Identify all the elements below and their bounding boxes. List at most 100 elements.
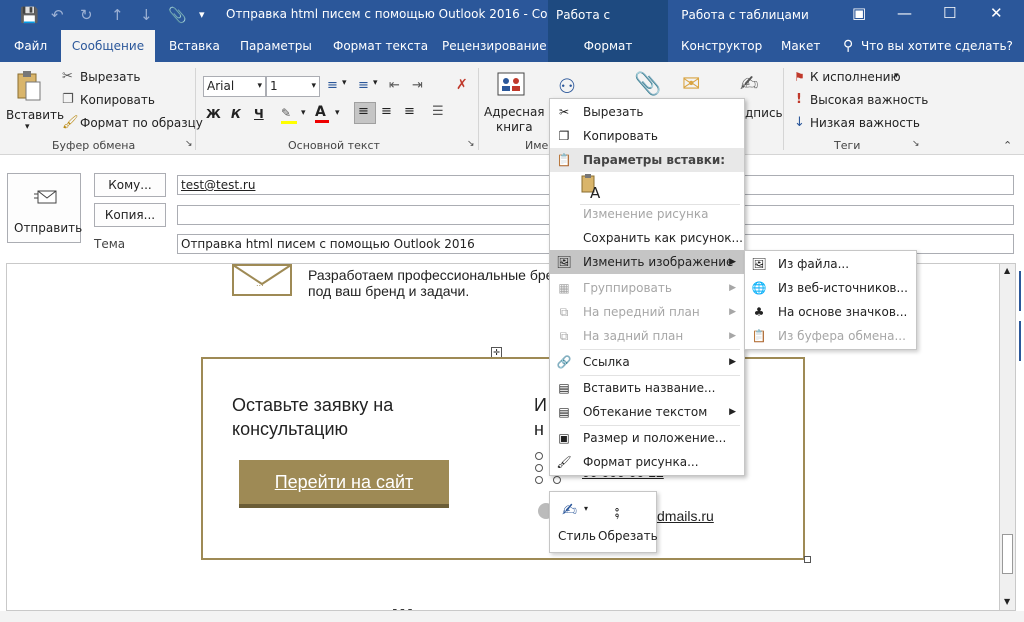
- address-book-button[interactable]: Адресная книга: [483, 68, 545, 138]
- collapse-ribbon-icon[interactable]: ⌃: [1003, 139, 1012, 152]
- cta-go-to-site-button[interactable]: Перейти на сайт: [239, 460, 449, 508]
- crop-button[interactable]: ⨟ Обрезать: [596, 496, 658, 548]
- vertical-scrollbar[interactable]: ▲ ▼: [999, 263, 1016, 611]
- scroll-up-icon[interactable]: ▲: [1004, 266, 1010, 275]
- increase-indent-icon[interactable]: ⇥: [412, 78, 423, 93]
- attach-item-icon[interactable]: ✉: [682, 72, 700, 97]
- save-icon[interactable]: 💾: [20, 6, 39, 24]
- flag-icon: ⚑: [794, 70, 805, 84]
- font-size-select[interactable]: 1 ▾: [266, 76, 320, 97]
- envelope-icon: ...: [232, 264, 292, 296]
- minimize-icon[interactable]: —: [897, 4, 912, 22]
- chevron-down-icon[interactable]: ▾: [373, 78, 378, 88]
- bold-button[interactable]: Ж: [206, 107, 221, 121]
- tab-file[interactable]: Файл: [14, 30, 47, 62]
- maximize-icon[interactable]: ☐: [943, 4, 956, 22]
- bullets-icon[interactable]: ≡: [327, 78, 338, 93]
- group-names-label: Име: [525, 139, 549, 152]
- numbering-icon[interactable]: ≡: [358, 78, 369, 93]
- align-left-button[interactable]: ≡: [354, 102, 376, 124]
- tab-options[interactable]: Параметры: [240, 30, 312, 62]
- font-color-button[interactable]: A: [315, 104, 333, 124]
- submenu-item-label: Из веб-источников...: [778, 281, 908, 295]
- high-importance-button[interactable]: Высокая важность: [810, 93, 928, 107]
- menu-item-format-picture[interactable]: 🖌 Формат рисунка...: [550, 450, 744, 474]
- format-painter-icon: 🖌: [62, 115, 79, 130]
- redo-icon[interactable]: ↻: [80, 6, 93, 24]
- intro-text-line-1: Разработаем профессиональные бре: [308, 267, 554, 283]
- chevron-down-icon[interactable]: ▾: [342, 78, 347, 88]
- cut-button[interactable]: Вырезать: [80, 70, 141, 84]
- submenu-item-from-icons[interactable]: ♣ На основе значков...: [745, 300, 916, 324]
- decrease-indent-icon[interactable]: ⇤: [389, 78, 400, 93]
- style-button[interactable]: ✍ ▾ Стиль: [554, 496, 596, 548]
- align-center-icon[interactable]: ≡: [381, 104, 392, 119]
- menu-item-link[interactable]: 🔗 Ссылка ▶: [550, 350, 744, 374]
- paste-button[interactable]: Вставить ▾: [4, 68, 64, 138]
- ribbon-display-icon[interactable]: ▣: [852, 4, 866, 22]
- submenu-item-from-online[interactable]: 🌐 Из веб-источников...: [745, 276, 916, 300]
- email-link[interactable]: dmails.ru: [657, 508, 714, 524]
- arrow-down-icon[interactable]: ↓: [140, 6, 153, 24]
- paste-keep-text-only-button[interactable]: A: [580, 173, 604, 202]
- scissors-icon: ✂: [558, 105, 570, 119]
- list-icon[interactable]: ☰: [432, 104, 444, 119]
- submenu-arrow-icon: ▶: [729, 307, 736, 317]
- low-importance-button[interactable]: Низкая важность: [810, 116, 920, 130]
- chevron-down-icon[interactable]: ▾: [301, 108, 306, 118]
- underline-button[interactable]: Ч: [254, 107, 264, 121]
- menu-item-copy[interactable]: ❐ Копировать: [550, 124, 744, 148]
- check-names-icon[interactable]: ⚇: [558, 74, 576, 98]
- scroll-down-icon[interactable]: ▼: [1004, 597, 1010, 606]
- dialog-launcher-icon[interactable]: ↘: [467, 139, 475, 149]
- menu-item-cut[interactable]: ✂ Вырезать: [550, 100, 744, 124]
- copy-button[interactable]: Копировать: [80, 93, 155, 107]
- attach-icon[interactable]: 📎: [168, 6, 187, 24]
- font-name-select[interactable]: Arial ▾: [203, 76, 266, 97]
- format-painter-button[interactable]: Формат по образцу: [80, 116, 203, 130]
- arrow-up-icon[interactable]: ↑: [111, 6, 124, 24]
- send-button[interactable]: Отправить: [7, 173, 82, 243]
- group-clipboard-label: Буфер обмена: [52, 139, 136, 152]
- paste-icon: [17, 71, 41, 101]
- tab-message[interactable]: Сообщение: [61, 30, 155, 62]
- chevron-down-icon[interactable]: ▾: [894, 71, 899, 81]
- send-icon: [34, 190, 57, 204]
- highlight-color-button[interactable]: ✎: [281, 106, 299, 124]
- clear-formatting-icon[interactable]: ✗: [456, 77, 468, 93]
- follow-up-button[interactable]: К исполнению: [810, 70, 901, 84]
- to-button[interactable]: Кому...: [94, 173, 166, 197]
- style-label: Стиль: [558, 529, 596, 543]
- tab-format-text[interactable]: Формат текста: [333, 30, 428, 62]
- chevron-down-icon: ▾: [257, 81, 262, 91]
- submenu-arrow-icon: ▶: [729, 331, 736, 341]
- menu-item-size-position[interactable]: ▣ Размер и положение...: [550, 426, 744, 450]
- cc-button[interactable]: Копия...: [94, 203, 166, 227]
- dialog-launcher-icon[interactable]: ↘: [185, 139, 193, 149]
- tab-review[interactable]: Рецензирование: [442, 30, 547, 62]
- submenu-item-from-file[interactable]: 🖼 Из файла...: [745, 252, 916, 276]
- close-icon[interactable]: ✕: [990, 4, 1003, 22]
- tell-me-search[interactable]: Что вы хотите сделать?: [861, 30, 1013, 62]
- italic-button[interactable]: К: [231, 107, 241, 121]
- align-right-icon[interactable]: ≡: [404, 104, 415, 119]
- scrollbar-thumb[interactable]: [1002, 534, 1013, 574]
- cta-button-label: Перейти на сайт: [274, 472, 414, 492]
- undo-icon[interactable]: ↶: [51, 6, 64, 24]
- menu-item-insert-caption[interactable]: ▤ Вставить название...: [550, 376, 744, 400]
- menu-item-save-as-picture[interactable]: Сохранить как рисунок...: [550, 226, 744, 250]
- qat-customize-icon[interactable]: ▾: [199, 6, 205, 24]
- high-importance-icon: !: [796, 92, 802, 107]
- tab-picture-format[interactable]: Формат: [548, 30, 668, 62]
- tab-insert[interactable]: Вставка: [169, 30, 220, 62]
- dialog-launcher-icon[interactable]: ↘: [912, 139, 920, 149]
- table-resize-handle-icon[interactable]: [804, 556, 811, 563]
- tab-table-layout[interactable]: Макет: [781, 30, 820, 62]
- chevron-down-icon: ▾: [584, 504, 589, 513]
- attach-file-icon[interactable]: 📎: [634, 72, 661, 97]
- menu-item-change-picture[interactable]: 🖼 Изменить изображение ▶: [550, 250, 744, 274]
- signature-icon[interactable]: ✍: [740, 72, 758, 97]
- tab-table-design[interactable]: Конструктор: [681, 30, 762, 62]
- menu-item-wrap-text[interactable]: ▤ Обтекание текстом ▶: [550, 400, 744, 424]
- chevron-down-icon[interactable]: ▾: [335, 108, 340, 118]
